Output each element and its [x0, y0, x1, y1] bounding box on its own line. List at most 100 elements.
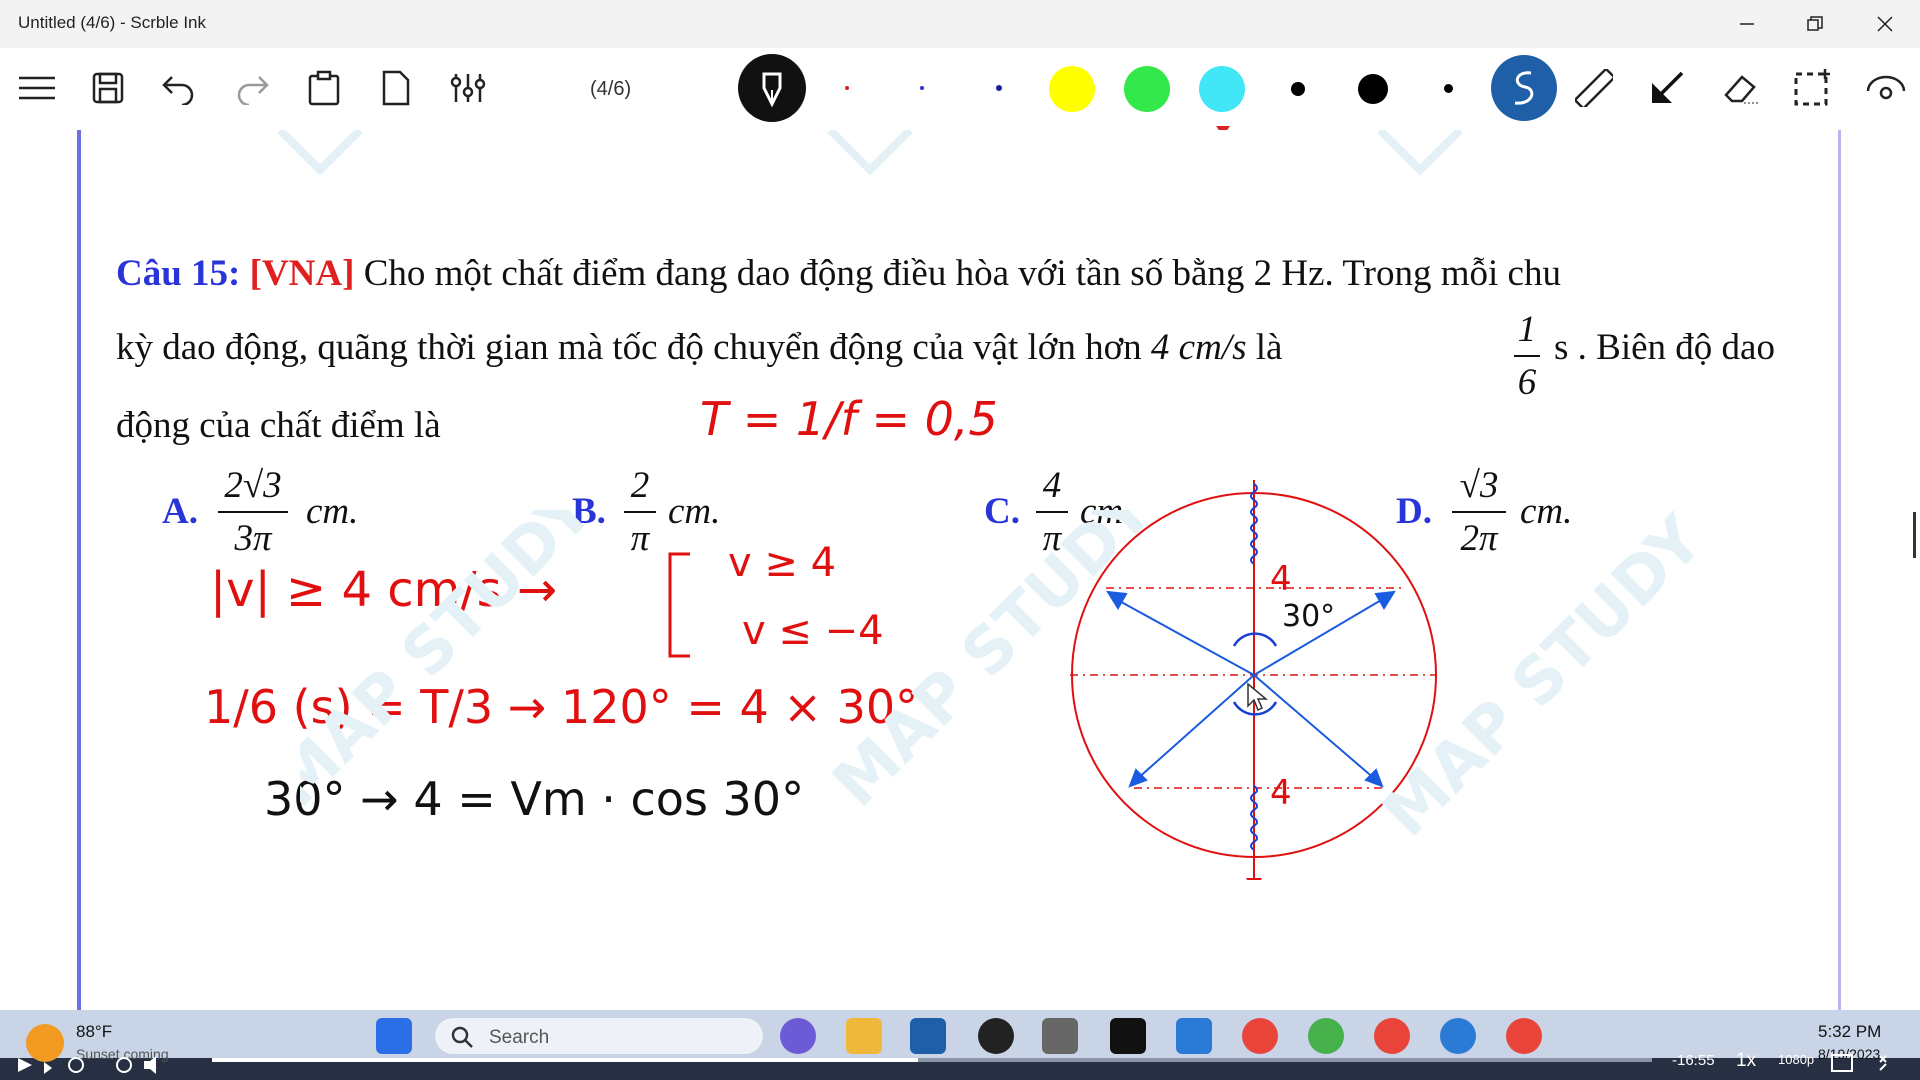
shape-tool-button[interactable]: [1491, 55, 1557, 121]
store-icon[interactable]: [1176, 1018, 1212, 1054]
scrollbar-thumb[interactable]: [1913, 512, 1916, 558]
option-d-num: √3: [1459, 465, 1499, 506]
eraser-button[interactable]: [1716, 61, 1764, 115]
hamburger-icon: [19, 76, 55, 100]
question-fraction: 1 6: [1514, 308, 1540, 404]
page-margin-right: [1838, 130, 1841, 1010]
view-button[interactable]: [1862, 61, 1910, 115]
color-navy[interactable]: [996, 85, 1002, 91]
page-indicator: (4/6): [590, 78, 632, 100]
arrow-pointer-icon: [1652, 71, 1684, 103]
color-red-fine[interactable]: [845, 86, 849, 90]
menu-button[interactable]: [13, 61, 61, 115]
restore-button[interactable]: [1780, 0, 1850, 48]
window-title: Untitled (4/6) - Scrble Ink: [18, 13, 207, 32]
close-button[interactable]: [1850, 0, 1920, 48]
save-icon: [92, 72, 124, 104]
time-remaining: -16:55: [1672, 1052, 1715, 1069]
eye-icon: [1866, 75, 1906, 100]
option-b-num: 2: [630, 465, 650, 506]
start-button-icon[interactable]: [376, 1018, 412, 1054]
game-app-icon[interactable]: [1110, 1018, 1146, 1054]
svg-text:MAP STUDY: MAP STUDY: [300, 510, 608, 821]
eraser-icon: [1724, 75, 1758, 104]
fullscreen-icon: [1879, 1055, 1887, 1071]
play-icon: [18, 1058, 32, 1072]
question-text-2b: là: [1255, 327, 1283, 368]
minimize-icon: [1740, 23, 1754, 25]
color-blue-fine[interactable]: [920, 86, 924, 90]
ruler-button[interactable]: [1570, 61, 1618, 115]
pip-icon: [1831, 1054, 1853, 1072]
save-button[interactable]: [84, 61, 132, 115]
quality-setting[interactable]: 1080p: [1778, 1052, 1814, 1067]
redo-icon: [237, 76, 269, 105]
color-green[interactable]: [1124, 66, 1170, 112]
mouse-cursor-icon: [1247, 682, 1268, 712]
option-a-fraction[interactable]: 2√3 3π: [218, 464, 288, 560]
phone-app-icon[interactable]: [1042, 1018, 1078, 1054]
size-large[interactable]: [1358, 74, 1388, 104]
question-line-3: động của chất điểm là: [116, 405, 441, 446]
chrome-app-icon[interactable]: [1506, 1018, 1542, 1054]
search-placeholder: Search: [489, 1027, 550, 1048]
paste-button[interactable]: [300, 61, 348, 115]
volume-icon: [144, 1056, 156, 1074]
redo-button[interactable]: [228, 61, 276, 115]
color-yellow[interactable]: [1049, 66, 1095, 112]
seek-bar-fill: [212, 1058, 918, 1062]
video-player-overlay: 88°F Sunset coming Search 5:32 PM 8/19/2…: [0, 1010, 1920, 1080]
pen-nib-icon: [762, 72, 782, 108]
option-a-letter[interactable]: A.: [162, 490, 198, 533]
forward-icon: [116, 1057, 132, 1073]
option-a-num: 2√3: [224, 465, 282, 506]
question-text-2c: s . Biên độ dao: [1554, 327, 1775, 368]
size-small[interactable]: [1444, 84, 1453, 93]
seek-bar[interactable]: [212, 1058, 1652, 1062]
search-icon: [451, 1026, 473, 1048]
zalo-icon[interactable]: [1440, 1018, 1476, 1054]
clock-time: 5:32 PM: [1818, 1022, 1882, 1041]
file-explorer-icon[interactable]: [846, 1018, 882, 1054]
pointer-button[interactable]: [1643, 61, 1691, 115]
ink-canvas[interactable]: Câu 15: [VNA] Cho một chất điểm đang dao…: [0, 130, 1920, 1010]
close-icon: [1877, 16, 1893, 32]
playback-speed[interactable]: 1x: [1736, 1050, 1756, 1072]
page-icon: [382, 70, 410, 106]
question-label: Câu 15:: [116, 253, 241, 294]
question-tag: [VNA]: [249, 253, 355, 294]
chrome-profile-icon[interactable]: [1308, 1018, 1344, 1054]
chrome-user-icon[interactable]: [1374, 1018, 1410, 1054]
chevron-down-icon: [44, 1062, 52, 1074]
title-bar: Untitled (4/6) - Scrble Ink: [0, 0, 1920, 48]
chrome-icon[interactable]: [1242, 1018, 1278, 1054]
obs-icon[interactable]: [978, 1018, 1014, 1054]
new-page-button[interactable]: [372, 61, 420, 115]
fraction-numerator: 1: [1517, 309, 1537, 350]
color-cyan-selected[interactable]: [1199, 66, 1245, 112]
player-extra-controls: [1831, 1054, 1887, 1072]
sliders-icon: [450, 74, 486, 102]
settings-button[interactable]: [444, 61, 492, 115]
undo-button[interactable]: [155, 61, 203, 115]
question-text-2a: kỳ dao động, quãng thời gian mà tốc độ c…: [116, 327, 1142, 368]
watermark-map-study: MAP STUDY MAP STUDY MAP STUDY: [300, 510, 1700, 851]
question-line-2: kỳ dao động, quãng thời gian mà tốc độ c…: [116, 326, 1282, 369]
minimize-button[interactable]: [1712, 0, 1782, 48]
size-medium[interactable]: [1291, 82, 1305, 96]
restore-icon: [1807, 16, 1823, 31]
pen-tool-button[interactable]: [738, 54, 806, 122]
question-line-1: Câu 15: [VNA] Cho một chất điểm đang dao…: [116, 252, 1561, 295]
squiggle-icon: [1514, 71, 1534, 105]
rewind-icon: [68, 1057, 84, 1073]
page-margin-left: [77, 130, 81, 1010]
weather-temp: 88°F: [76, 1022, 113, 1041]
lasso-select-icon: [1794, 69, 1830, 106]
playback-controls: [18, 1056, 156, 1074]
teams-icon[interactable]: [780, 1018, 816, 1054]
scrble-ink-icon[interactable]: [910, 1018, 946, 1054]
taskbar-search[interactable]: Search: [434, 1017, 764, 1055]
watermark-chevrons: [277, 130, 1463, 176]
select-button[interactable]: [1788, 61, 1836, 115]
svg-text:MAP STUDY: MAP STUDY: [819, 510, 1168, 821]
